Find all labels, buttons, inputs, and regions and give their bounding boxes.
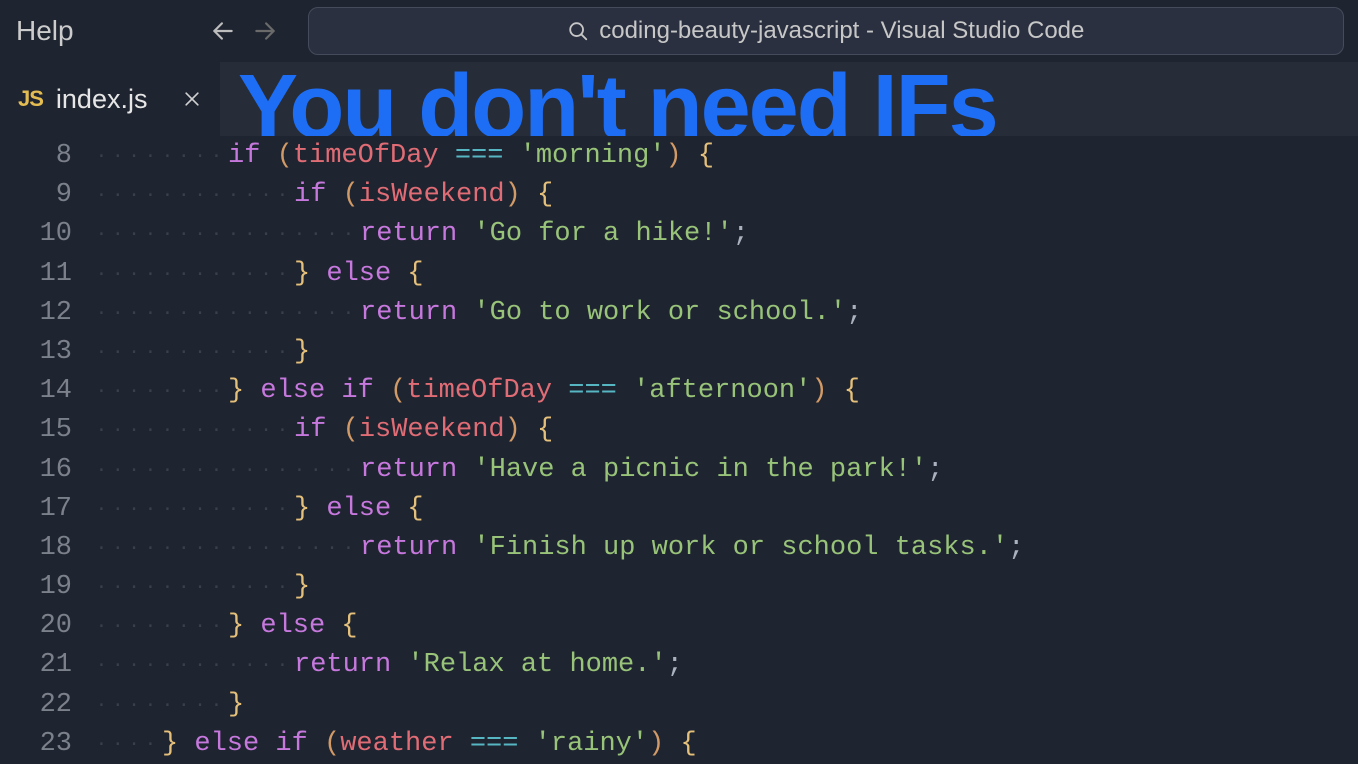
code-editor[interactable]: 8 if (timeOfDay === 'morning') { 9 if (isWe… [0,136,1358,764]
line-number: 20 [0,607,96,646]
code-content: return 'Go to work or school.'; [360,294,862,333]
code-line[interactable]: 15 if (isWeekend) { [0,411,1358,450]
code-content: return 'Go for a hike!'; [360,215,749,254]
nav-arrows [202,10,286,52]
code-line[interactable]: 11 } else { [0,255,1358,294]
code-line[interactable]: 20 } else { [0,607,1358,646]
indent-guides [96,451,360,490]
code-content: } [294,568,310,607]
line-number: 19 [0,568,96,607]
code-line[interactable]: 18 return 'Finish up work or school tasks… [0,529,1358,568]
code-content: } [294,333,310,372]
code-line[interactable]: 16 return 'Have a picnic in the park!'; [0,451,1358,490]
indent-guides [96,529,360,568]
tab-bar: JS index.js You don't need IFs [0,62,1358,136]
search-icon [567,20,589,42]
line-number: 10 [0,215,96,254]
code-line[interactable]: 8 if (timeOfDay === 'morning') { [0,137,1358,176]
command-center[interactable]: coding-beauty-javascript - Visual Studio… [308,7,1344,55]
line-number: 18 [0,529,96,568]
code-line[interactable]: 17 } else { [0,490,1358,529]
indent-guides [96,686,228,725]
indent-guides [96,607,228,646]
line-number: 15 [0,411,96,450]
indent-guides [96,333,294,372]
editor-tab-index-js[interactable]: JS index.js [0,62,220,136]
code-content: if (isWeekend) { [294,411,553,450]
indent-guides [96,372,228,411]
code-line[interactable]: 19} [0,568,1358,607]
code-content: if (isWeekend) { [294,176,553,215]
code-content: } else { [228,607,358,646]
code-content: } else { [294,255,424,294]
nav-forward-button[interactable] [244,10,286,52]
tab-label: index.js [56,84,148,115]
line-number: 8 [0,137,96,176]
line-number: 13 [0,333,96,372]
indent-guides [96,294,360,333]
indent-guides [96,255,294,294]
line-number: 23 [0,725,96,764]
indent-guides [96,215,360,254]
code-content: return 'Finish up work or school tasks.'… [360,529,1024,568]
arrow-right-icon [252,18,278,44]
nav-back-button[interactable] [202,10,244,52]
line-number: 12 [0,294,96,333]
code-content: } else if (timeOfDay === 'afternoon') { [228,372,860,411]
code-content: } [228,686,244,725]
line-number: 14 [0,372,96,411]
code-line[interactable]: 12 return 'Go to work or school.'; [0,294,1358,333]
code-content: if (timeOfDay === 'morning') { [228,137,714,176]
code-line[interactable]: 22} [0,686,1358,725]
code-line[interactable]: 13} [0,333,1358,372]
code-line[interactable]: 10 return 'Go for a hike!'; [0,215,1358,254]
indent-guides [96,176,294,215]
code-line[interactable]: 23 } else if (weather === 'rainy') { [0,725,1358,764]
line-number: 21 [0,646,96,685]
code-line[interactable]: 21 return 'Relax at home.'; [0,646,1358,685]
indent-guides [96,646,294,685]
command-center-text: coding-beauty-javascript - Visual Studio… [599,17,1084,45]
line-number: 11 [0,255,96,294]
js-file-icon: JS [18,86,43,112]
arrow-left-icon [210,18,236,44]
indent-guides [96,490,294,529]
indent-guides [96,568,294,607]
indent-guides [96,137,228,176]
code-content: return 'Have a picnic in the park!'; [360,451,943,490]
tab-close-button[interactable] [178,85,206,113]
code-line[interactable]: 9 if (isWeekend) { [0,176,1358,215]
indent-guides [96,725,162,764]
top-bar: Help coding-beauty-javascript - Visual S… [0,0,1358,62]
code-content: } else if (weather === 'rainy') { [162,725,697,764]
menu-help[interactable]: Help [6,9,84,53]
code-content: return 'Relax at home.'; [294,646,683,685]
code-content: } else { [294,490,424,529]
line-number: 9 [0,176,96,215]
line-number: 17 [0,490,96,529]
close-icon [182,89,202,109]
line-number: 16 [0,451,96,490]
code-line[interactable]: 14 } else if (timeOfDay === 'afternoon') … [0,372,1358,411]
indent-guides [96,411,294,450]
line-number: 22 [0,686,96,725]
